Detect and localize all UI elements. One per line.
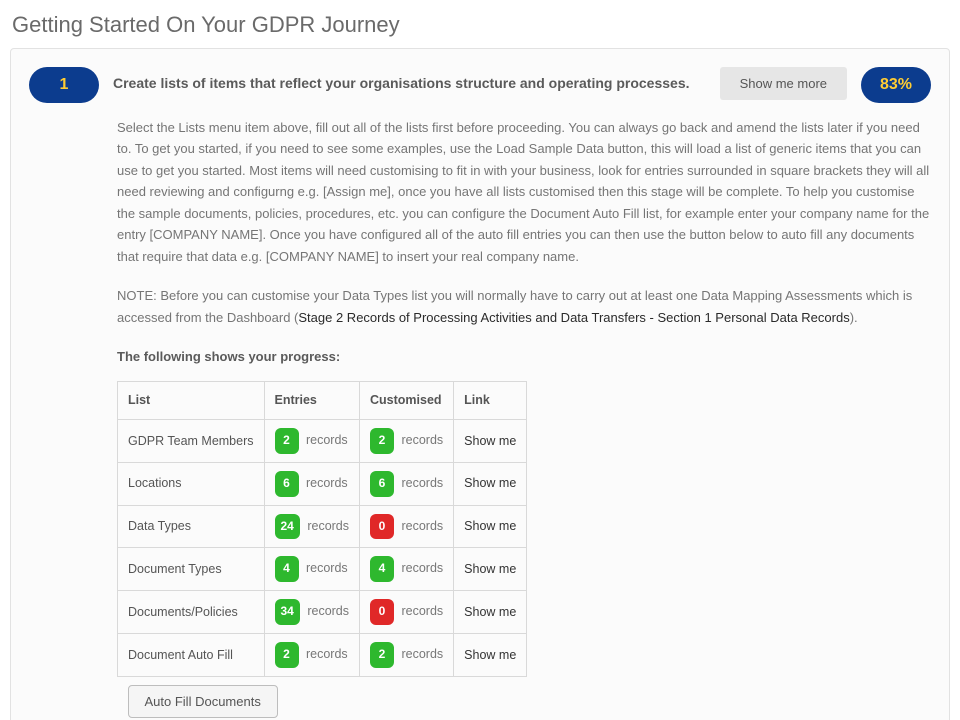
page-title: Getting Started On Your GDPR Journey bbox=[0, 0, 960, 48]
cell-link: Show me bbox=[454, 633, 527, 676]
step-panel: 1 Create lists of items that reflect you… bbox=[10, 48, 950, 720]
progress-table: List Entries Customised Link GDPR Team M… bbox=[117, 381, 527, 720]
cell-list: Document Auto Fill bbox=[118, 633, 265, 676]
autofill-cell: Auto Fill Documents bbox=[118, 676, 527, 720]
records-label: records bbox=[398, 433, 443, 447]
show-me-link[interactable]: Show me bbox=[464, 562, 516, 576]
cell-link: Show me bbox=[454, 505, 527, 548]
customised-badge: 6 bbox=[370, 471, 394, 497]
show-me-more-button[interactable]: Show me more bbox=[720, 67, 847, 100]
step-headline: Create lists of items that reflect your … bbox=[113, 67, 706, 91]
cell-entries: 2 records bbox=[264, 633, 360, 676]
customised-badge: 2 bbox=[370, 428, 394, 454]
customised-badge: 4 bbox=[370, 556, 394, 582]
cell-entries: 24 records bbox=[264, 505, 360, 548]
col-customised: Customised bbox=[360, 382, 454, 420]
cell-customised: 0 records bbox=[360, 505, 454, 548]
cell-entries: 6 records bbox=[264, 462, 360, 505]
cell-list: GDPR Team Members bbox=[118, 420, 265, 463]
entries-badge: 2 bbox=[275, 642, 299, 668]
records-label: records bbox=[398, 561, 443, 575]
cell-list: Documents/Policies bbox=[118, 591, 265, 634]
customised-badge: 0 bbox=[370, 599, 394, 625]
auto-fill-documents-button[interactable]: Auto Fill Documents bbox=[128, 685, 278, 718]
cell-customised: 6 records bbox=[360, 462, 454, 505]
entries-badge: 2 bbox=[275, 428, 299, 454]
note-suffix: ). bbox=[850, 310, 858, 325]
cell-list: Locations bbox=[118, 462, 265, 505]
cell-list: Document Types bbox=[118, 548, 265, 591]
records-label: records bbox=[303, 647, 348, 661]
table-row: Document Auto Fill2 records2 recordsShow… bbox=[118, 633, 527, 676]
progress-label: The following shows your progress: bbox=[117, 346, 931, 367]
customised-badge: 0 bbox=[370, 514, 394, 540]
entries-badge: 24 bbox=[275, 514, 300, 540]
records-label: records bbox=[303, 476, 348, 490]
autofill-row: Auto Fill Documents bbox=[118, 676, 527, 720]
show-me-link[interactable]: Show me bbox=[464, 648, 516, 662]
cell-customised: 4 records bbox=[360, 548, 454, 591]
records-label: records bbox=[304, 519, 349, 533]
entries-badge: 6 bbox=[275, 471, 299, 497]
cell-link: Show me bbox=[454, 462, 527, 505]
records-label: records bbox=[304, 604, 349, 618]
records-label: records bbox=[303, 561, 348, 575]
cell-link: Show me bbox=[454, 591, 527, 634]
customised-badge: 2 bbox=[370, 642, 394, 668]
col-entries: Entries bbox=[264, 382, 360, 420]
cell-list: Data Types bbox=[118, 505, 265, 548]
show-me-link[interactable]: Show me bbox=[464, 434, 516, 448]
cell-entries: 4 records bbox=[264, 548, 360, 591]
progress-table-body: GDPR Team Members2 records2 recordsShow … bbox=[118, 420, 527, 720]
show-me-link[interactable]: Show me bbox=[464, 476, 516, 490]
instructions-paragraph: Select the Lists menu item above, fill o… bbox=[117, 117, 931, 267]
col-list: List bbox=[118, 382, 265, 420]
cell-entries: 34 records bbox=[264, 591, 360, 634]
step-header-row: 1 Create lists of items that reflect you… bbox=[29, 67, 931, 103]
cell-customised: 0 records bbox=[360, 591, 454, 634]
show-me-link[interactable]: Show me bbox=[464, 605, 516, 619]
step-number-pill: 1 bbox=[29, 67, 99, 103]
col-link: Link bbox=[454, 382, 527, 420]
table-row: Locations6 records6 recordsShow me bbox=[118, 462, 527, 505]
table-row: GDPR Team Members2 records2 recordsShow … bbox=[118, 420, 527, 463]
records-label: records bbox=[398, 647, 443, 661]
progress-percent-pill: 83% bbox=[861, 67, 931, 103]
table-row: Documents/Policies34 records0 recordsSho… bbox=[118, 591, 527, 634]
cell-customised: 2 records bbox=[360, 633, 454, 676]
show-me-link[interactable]: Show me bbox=[464, 519, 516, 533]
table-row: Data Types24 records0 recordsShow me bbox=[118, 505, 527, 548]
records-label: records bbox=[398, 519, 443, 533]
records-label: records bbox=[303, 433, 348, 447]
cell-customised: 2 records bbox=[360, 420, 454, 463]
entries-badge: 4 bbox=[275, 556, 299, 582]
cell-link: Show me bbox=[454, 548, 527, 591]
cell-entries: 2 records bbox=[264, 420, 360, 463]
table-row: Document Types4 records4 recordsShow me bbox=[118, 548, 527, 591]
step-body: Select the Lists menu item above, fill o… bbox=[117, 117, 931, 720]
stage2-link[interactable]: Stage 2 Records of Processing Activities… bbox=[298, 310, 849, 325]
table-header-row: List Entries Customised Link bbox=[118, 382, 527, 420]
cell-link: Show me bbox=[454, 420, 527, 463]
records-label: records bbox=[398, 476, 443, 490]
entries-badge: 34 bbox=[275, 599, 300, 625]
records-label: records bbox=[398, 604, 443, 618]
note-paragraph: NOTE: Before you can customise your Data… bbox=[117, 285, 931, 328]
